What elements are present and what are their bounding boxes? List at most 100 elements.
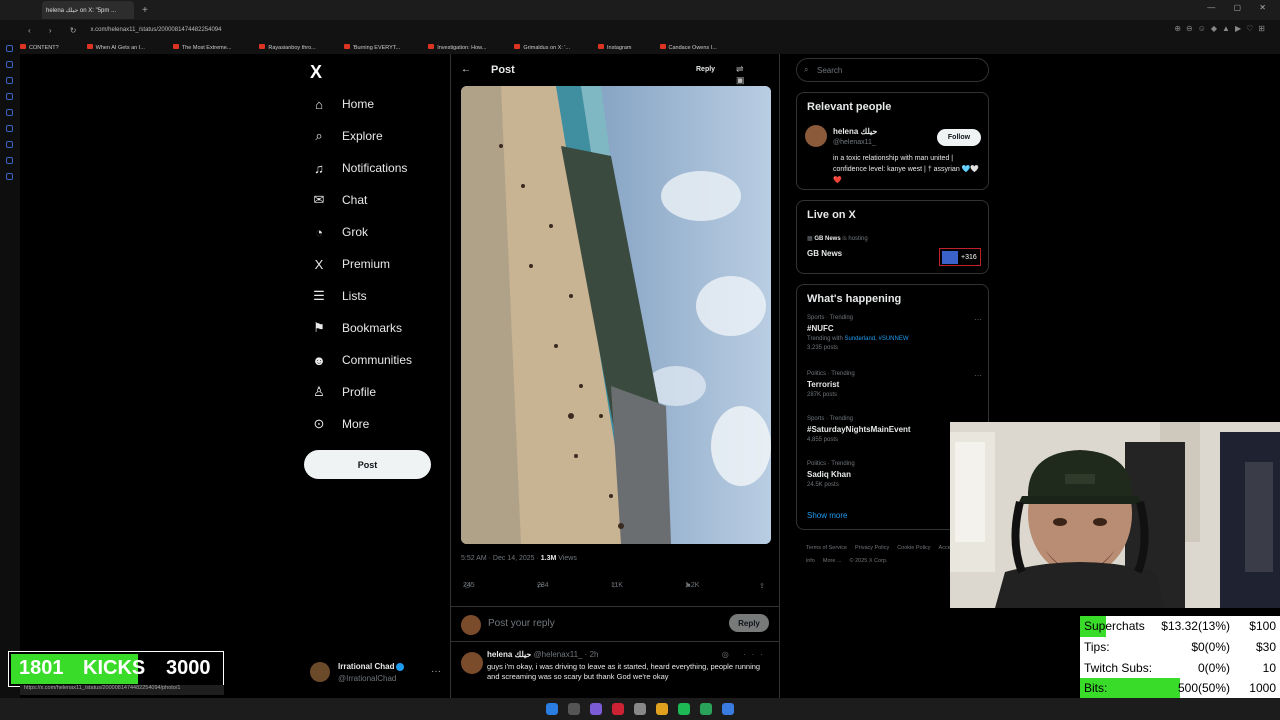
search-input[interactable]: ⌕ Search <box>796 58 989 82</box>
account-switcher[interactable]: Irrational Chad @IrrationalChad ··· <box>310 658 445 688</box>
bookmark-item[interactable]: Grimaldus on X: '... <box>514 43 584 51</box>
header-icons[interactable]: ⇌ ▣ <box>736 64 779 86</box>
bookmark-count: 1.2K <box>685 582 700 589</box>
bookmark-item[interactable]: 'Burning EVERYT... <box>343 43 414 51</box>
search-placeholder: Search <box>817 65 843 75</box>
webcam-image <box>950 422 1280 608</box>
more-icon[interactable]: ◎ ··· <box>722 650 769 659</box>
bookmark-icon <box>259 43 266 49</box>
gbnews-icon: ▦ <box>807 236 813 242</box>
bookmark-item[interactable]: Rayasianboy thro... <box>259 43 329 51</box>
back-arrow-icon[interactable]: ← <box>461 64 471 75</box>
nav-item-premium[interactable]: X Premium <box>310 254 390 274</box>
nav-item-communities[interactable]: ☻ Communities <box>310 350 412 370</box>
nav-item-bookmarks[interactable]: ⚑ Bookmarks <box>310 318 402 338</box>
nav-item-explore[interactable]: ⌕ Explore <box>310 126 382 146</box>
donation-value: 500(50%) <box>1177 681 1230 696</box>
reply-button[interactable]: Reply <box>729 614 769 632</box>
footer-link[interactable]: More ... <box>823 558 842 564</box>
person-name[interactable]: helena حيلك <box>833 127 877 136</box>
trend-item[interactable]: Sports · Trending #NUFC Trending with Sund… <box>807 315 982 351</box>
card-title: Live on X <box>807 209 856 221</box>
nav-item-profile[interactable]: ♙ Profile <box>310 382 376 402</box>
footer-link[interactable]: Cookie Policy <box>897 545 930 551</box>
reply-header-button[interactable]: Reply <box>696 66 715 73</box>
footer-link[interactable]: Terms of Service <box>806 545 847 551</box>
bookmark-label: Instagram <box>607 44 632 51</box>
bookmark-label: Grimaldus on X: '... <box>523 44 571 51</box>
window-controls[interactable]: — ▢ ✕ <box>1207 3 1274 12</box>
app-icon[interactable] <box>590 703 602 715</box>
new-tab-icon[interactable]: + <box>142 5 148 16</box>
avatar <box>310 662 330 682</box>
account-name: Irrational Chad <box>338 662 395 671</box>
more-icon[interactable]: ··· <box>431 666 441 677</box>
sidebar-icon[interactable] <box>6 93 13 100</box>
bookmark-item[interactable]: CONTENT? <box>20 43 73 51</box>
footer-link[interactable]: © 2025 X Corp. <box>850 558 888 564</box>
bookmark-icon <box>514 43 521 49</box>
url-field[interactable]: x.com/helenax11_/status/2000081474482254… <box>90 27 221 33</box>
nav-arrows-icon[interactable]: ‹ › ↻ <box>28 26 84 35</box>
donation-goal-row: Superchats $13.32(13%) $100 <box>1080 616 1280 637</box>
profile-icon: ♙ <box>313 384 325 399</box>
nav-item-chat[interactable]: ✉ Chat <box>310 190 368 210</box>
more-icon[interactable]: ··· <box>974 371 982 380</box>
nav-item-home[interactable]: ⌂ Home <box>310 94 374 114</box>
sidebar-icon[interactable] <box>6 45 13 52</box>
x-logo-icon[interactable]: X <box>310 62 322 83</box>
more-icon[interactable]: ··· <box>974 315 982 324</box>
bookmark-item[interactable]: Candace Owens I... <box>659 43 731 51</box>
sidebar-icon[interactable] <box>6 141 13 148</box>
post-photo[interactable] <box>461 86 771 544</box>
donation-label: Bits: <box>1084 681 1108 696</box>
extensions-icon[interactable]: ⊕⊖☺◆▲▶♡⊞ <box>1174 24 1270 33</box>
avatar <box>461 652 483 674</box>
app-icon[interactable] <box>700 703 712 715</box>
sidebar-icon[interactable] <box>6 109 13 116</box>
follow-button[interactable]: Follow <box>937 129 981 146</box>
trend-context-link[interactable]: Sunderland, #SUNNEW <box>844 336 908 342</box>
app-icon[interactable] <box>722 703 734 715</box>
nav-item-grok[interactable]: ◔ Grok <box>310 222 368 242</box>
share-icon[interactable]: ⇪ <box>759 582 765 590</box>
browser-tab[interactable]: helena حيلك on X: "5pm ... <box>42 1 134 19</box>
bookmark-item[interactable]: Instagram <box>598 43 645 51</box>
footer-link[interactable]: Privacy Policy <box>855 545 889 551</box>
avatar[interactable] <box>805 125 827 147</box>
sidebar-icon[interactable] <box>6 173 13 180</box>
show-more-link[interactable]: Show more <box>807 511 847 520</box>
trend-context-prefix: Trending with <box>807 336 843 342</box>
spotify-icon[interactable] <box>678 703 690 715</box>
reply-input[interactable]: Post your reply <box>488 618 555 629</box>
search-icon[interactable] <box>568 703 580 715</box>
browser-icon[interactable] <box>612 703 624 715</box>
bookmark-item[interactable]: The Most Extreme... <box>172 43 246 51</box>
bookmark-item[interactable]: When AI Gets an I... <box>86 43 159 51</box>
live-on-x-card[interactable]: Live on X ▦ GB News is hosting GB News +… <box>796 200 989 274</box>
trend-item[interactable]: Politics · Trending Terrorist 287K posts ··… <box>807 371 982 398</box>
views-label: Views <box>558 555 577 562</box>
sidebar-icon[interactable] <box>6 61 13 68</box>
nav-item-notifications[interactable]: ♫ Notifications <box>310 158 407 178</box>
bookmark-icon <box>598 43 605 49</box>
app-icon[interactable] <box>634 703 646 715</box>
nav-item-lists[interactable]: ☰ Lists <box>310 286 367 306</box>
sidebar-icon[interactable] <box>6 157 13 164</box>
folder-icon[interactable] <box>656 703 668 715</box>
post-button[interactable]: Post <box>304 450 431 479</box>
sidebar-icon[interactable] <box>6 77 13 84</box>
bookmark-label: Candace Owens I... <box>668 44 717 51</box>
nav-item-more[interactable]: ⊙ More <box>310 414 370 434</box>
start-icon[interactable] <box>546 703 558 715</box>
tab-bar: helena حيلك on X: "5pm ... + — ▢ ✕ <box>0 0 1280 20</box>
status-url: https://x.com/helenax11_/status/20000814… <box>20 685 224 695</box>
search-icon: ⌕ <box>804 65 809 74</box>
view-count: 1.3M <box>540 555 557 562</box>
bookmark-item[interactable]: Investigation: How... <box>428 43 500 51</box>
donation-value: $13.32(13%) <box>1161 619 1230 633</box>
explore-icon: ⌕ <box>315 128 323 143</box>
post-header: ← Post Reply ⇌ ▣ <box>451 54 779 86</box>
sidebar-icon[interactable] <box>6 125 13 132</box>
tab-title: helena حيلك on X: "5pm ... <box>46 7 117 14</box>
